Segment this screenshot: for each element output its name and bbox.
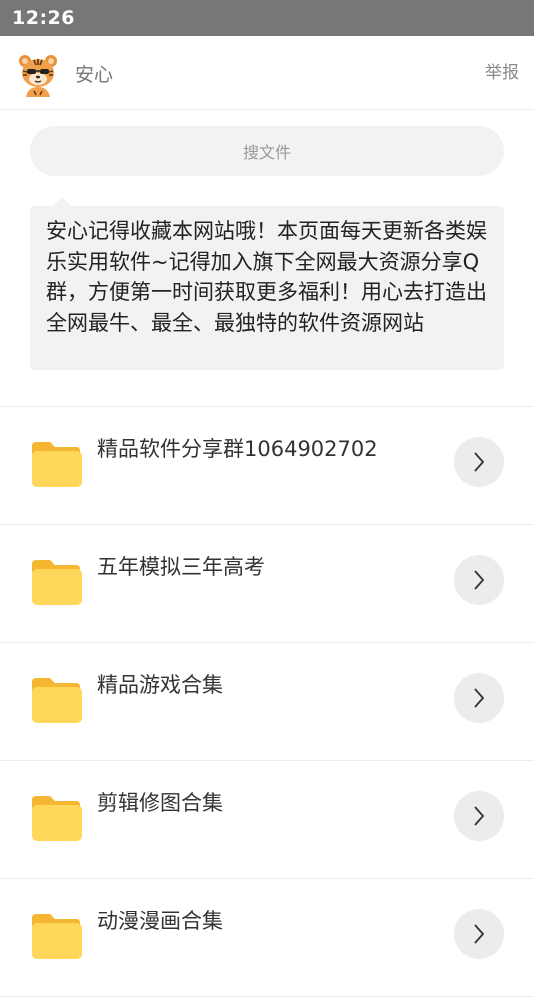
notice-pointer: [52, 197, 72, 207]
chevron-right-icon[interactable]: [454, 555, 504, 605]
folder-name: 剪辑修图合集: [97, 791, 223, 815]
search-placeholder: 搜文件: [242, 143, 291, 162]
folder-icon: [30, 438, 82, 490]
report-link[interactable]: 举报: [485, 58, 519, 83]
folder-icon: [30, 556, 82, 608]
chevron-right-icon[interactable]: [454, 909, 504, 959]
folder-name: 动漫漫画合集: [97, 909, 223, 933]
list-item[interactable]: 精品软件分享群1064902702: [0, 407, 534, 525]
folder-name: 精品软件分享群1064902702: [97, 437, 378, 461]
list-item[interactable]: 五年模拟三年高考: [0, 525, 534, 643]
search-input[interactable]: 搜文件: [30, 126, 504, 176]
list-item[interactable]: 剪辑修图合集: [0, 761, 534, 879]
list-item[interactable]: 精品游戏合集: [0, 643, 534, 761]
status-time: 12:26: [12, 7, 75, 29]
notice-text: 安心记得收藏本网站哦！本页面每天更新各类娱乐实用软件~记得加入旗下全网最大资源分…: [30, 206, 504, 370]
list-item[interactable]: 动漫漫画合集: [0, 879, 534, 997]
username: 安心: [75, 64, 114, 86]
chevron-right-icon[interactable]: [454, 673, 504, 723]
folder-name: 精品游戏合集: [97, 673, 223, 697]
chevron-right-icon[interactable]: [454, 437, 504, 487]
notice-panel: 安心记得收藏本网站哦！本页面每天更新各类娱乐实用软件~记得加入旗下全网最大资源分…: [30, 197, 504, 370]
chevron-right-icon[interactable]: [454, 791, 504, 841]
folder-name: 五年模拟三年高考: [97, 555, 265, 579]
tiger-avatar-icon[interactable]: [14, 51, 62, 99]
folder-list: 精品软件分享群1064902702 五年模拟三年高考 精品游戏合集 剪辑修图合集…: [0, 407, 534, 997]
header: 安心 举报: [0, 36, 534, 110]
status-bar: 12:26: [0, 0, 534, 36]
folder-icon: [30, 674, 82, 726]
folder-icon: [30, 792, 82, 844]
folder-icon: [30, 910, 82, 962]
